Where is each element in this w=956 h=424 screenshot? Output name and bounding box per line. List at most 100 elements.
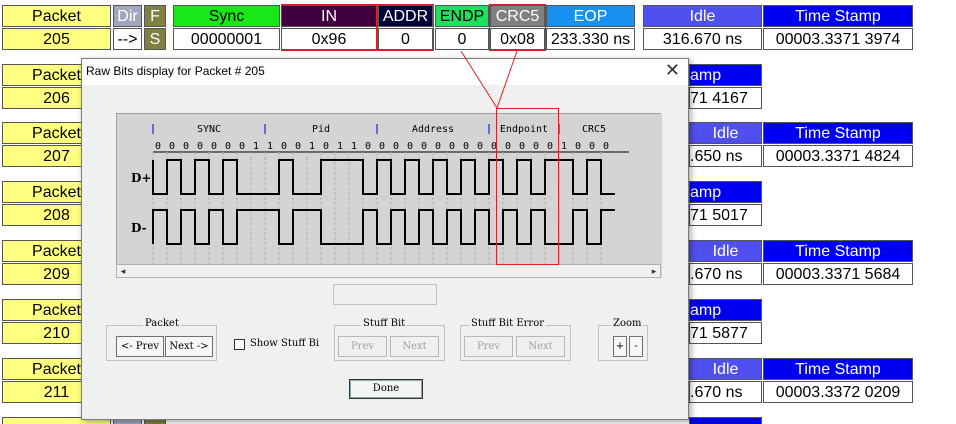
bit-label: 1 — [351, 141, 357, 152]
bit-label: 1 — [253, 141, 259, 152]
bit-label: 1 — [561, 141, 567, 152]
zoom-group: Zoom + - — [598, 318, 648, 361]
bit-label: 0 — [239, 141, 245, 152]
bit-label: 0 — [183, 141, 189, 152]
stuff-next-button[interactable]: Next — [390, 336, 439, 357]
sync-header: Sync — [173, 5, 280, 27]
idle-header: Idle — [689, 122, 762, 144]
highlight-crc5 — [489, 4, 546, 51]
error-next-button[interactable]: Next — [516, 336, 565, 357]
dialog-title: Raw Bits display for Packet # 205 — [86, 64, 265, 78]
bit-label: 0 — [365, 141, 371, 152]
error-prev-button[interactable]: Prev — [464, 336, 513, 357]
endp-value: 0 — [435, 28, 489, 50]
field-label: SYNC — [197, 124, 221, 135]
close-icon[interactable]: ✕ — [665, 60, 680, 81]
idle-header: Idle — [689, 358, 762, 380]
idle-value: .650 ns — [689, 145, 762, 167]
highlight-endpoint — [496, 108, 559, 265]
timestamp-value: 00003.3371 4824 — [763, 145, 913, 167]
bit-label: 0 — [169, 141, 175, 152]
bit-label: 0 — [449, 141, 455, 152]
packet-nav-group: Packet <- Prev Next -> — [106, 318, 217, 361]
done-button[interactable]: Done — [349, 379, 423, 399]
bit-label: 1 — [267, 141, 273, 152]
eop-header: EOP — [546, 5, 635, 27]
highlight-in — [281, 4, 377, 51]
bit-label: 0 — [407, 141, 413, 152]
d-plus-label: D+ — [131, 171, 151, 185]
bit-label: 0 — [155, 141, 161, 152]
highlight-addr — [377, 4, 434, 51]
idle-header: Idle — [689, 240, 762, 262]
idle-value: .670 ns — [689, 263, 762, 285]
dir-header: Dir — [113, 5, 142, 27]
bit-label: 0 — [477, 141, 483, 152]
bit-label: 0 — [197, 141, 203, 152]
timestamp-value: 00003.3371 5684 — [763, 263, 913, 285]
endp-header: ENDP — [435, 5, 489, 27]
waveform-svg: SYNC Pid Address Endpoint CRC5 0000000110010… — [117, 114, 662, 278]
f-header: F — [144, 5, 166, 27]
packet-group-label: Packet — [143, 318, 181, 329]
timestamp-value: 00003.3372 0209 — [763, 381, 913, 403]
horizontal-scrollbar[interactable]: ◂ ▸ — [116, 264, 661, 278]
idle-header: Idle — [643, 5, 762, 27]
f-value: S — [144, 28, 166, 50]
timestamp-header: Time Stamp — [763, 5, 913, 27]
timestamp-header-partial: amp — [689, 64, 762, 86]
bit-label: 0 — [295, 141, 301, 152]
scroll-right-icon[interactable]: ▸ — [648, 265, 660, 277]
d-minus-label: D- — [131, 221, 147, 235]
timestamp-value-partial: 71 5877 — [689, 322, 762, 344]
timestamp-header-partial: amp — [689, 299, 762, 321]
bit-label: 0 — [211, 141, 217, 152]
stuff-bit-error-group: Stuff Bit Error Prev Next — [460, 318, 571, 361]
timestamp-value-partial: 71 5017 — [689, 204, 762, 226]
bit-label: 0 — [393, 141, 399, 152]
field-label: Address — [412, 124, 454, 135]
zoom-out-button[interactable]: - — [629, 336, 643, 357]
scroll-left-icon[interactable]: ◂ — [117, 265, 129, 277]
waveform-panel[interactable]: SYNC Pid Address Endpoint CRC5 0000000110010… — [116, 113, 662, 278]
bit-label: 0 — [603, 141, 609, 152]
timestamp-header: Time Stamp — [763, 358, 913, 380]
next-packet-button[interactable]: Next -> — [165, 336, 213, 357]
show-stuff-bits-checkbox[interactable] — [234, 339, 245, 350]
stuff-bit-group: Stuff Bit Prev Next — [334, 318, 445, 361]
packet-number[interactable]: 205 — [2, 28, 111, 50]
eop-value: 233.330 ns — [546, 28, 635, 50]
zoom-in-button[interactable]: + — [613, 336, 627, 357]
timestamp-header-partial: amp — [689, 181, 762, 203]
prev-packet-button[interactable]: <- Prev — [116, 336, 164, 357]
field-label: CRC5 — [582, 124, 606, 135]
raw-bits-dialog: Raw Bits display for Packet # 205 ✕ SYNC… — [81, 58, 689, 420]
bit-label: 0 — [421, 141, 427, 152]
timestamp-header: Time Stamp — [763, 122, 913, 144]
status-field — [333, 284, 437, 305]
idle-value: .670 ns — [689, 381, 762, 403]
show-stuff-bits-label: Show Stuff Bi — [250, 338, 320, 349]
timestamp-value: 00003.3371 3974 — [763, 28, 913, 50]
stuff-bit-error-group-label: Stuff Bit Error — [469, 318, 546, 329]
dir-value: --> — [113, 28, 142, 50]
dialog-titlebar[interactable]: Raw Bits display for Packet # 205 ✕ — [82, 59, 688, 85]
bit-label: 1 — [337, 141, 343, 152]
bit-label: 0 — [281, 141, 287, 152]
stuff-prev-button[interactable]: Prev — [338, 336, 387, 357]
zoom-group-label: Zoom — [611, 318, 644, 329]
bit-label: 0 — [379, 141, 385, 152]
sync-value: 00000001 — [173, 28, 280, 50]
bit-label: 0 — [435, 141, 441, 152]
stuff-bit-group-label: Stuff Bit — [361, 318, 408, 329]
bit-label: 0 — [575, 141, 581, 152]
bit-label: 0 — [589, 141, 595, 152]
timestamp-value-partial: 71 4167 — [689, 87, 762, 109]
bit-label: 0 — [323, 141, 329, 152]
bit-label: 0 — [463, 141, 469, 152]
bit-label: 1 — [309, 141, 315, 152]
timestamp-header: Time Stamp — [763, 240, 913, 262]
field-label: Pid — [312, 124, 330, 135]
idle-value: 316.670 ns — [643, 28, 762, 50]
timestamp-header-partial — [689, 417, 762, 424]
